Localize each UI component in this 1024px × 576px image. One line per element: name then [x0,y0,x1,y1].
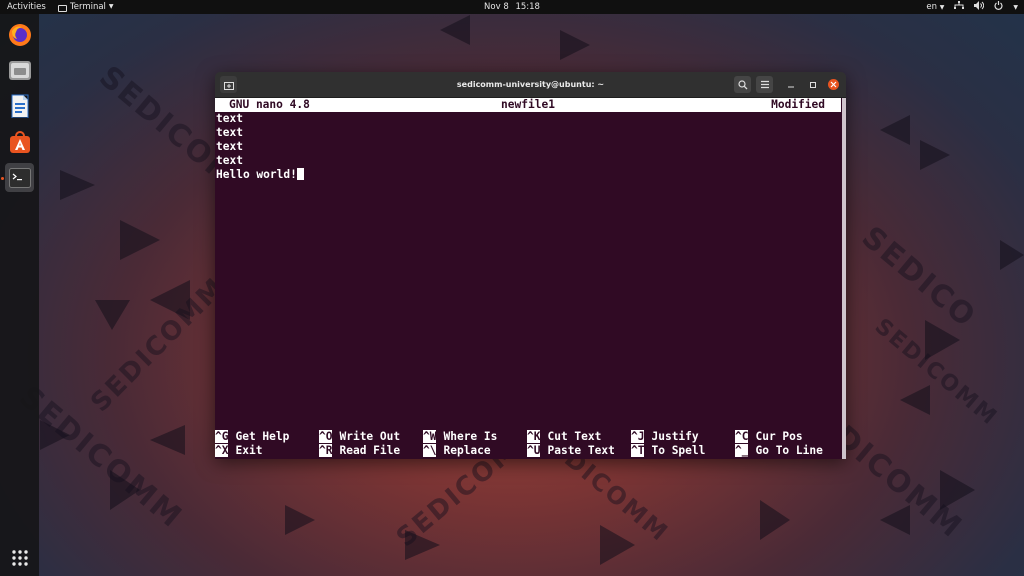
network-icon [954,0,965,15]
top-bar: Activities Terminal ▼ Nov 8 15:18 en ▼ ▼ [0,0,1024,14]
shortcut-label: Cur Pos [755,430,803,443]
shortcut-key: ^C [735,430,749,443]
shortcut-exit: ^X Exit [215,444,262,458]
search-button[interactable] [734,76,751,93]
close-icon [830,81,837,88]
shortcut-key: ^\ [423,444,437,457]
window-titlebar[interactable]: sedicomm-university@ubuntu: ~ [215,72,846,98]
menu-button[interactable] [756,76,773,93]
dock-item-writer[interactable] [5,91,34,120]
shortcut-label: Read File [339,444,401,457]
clock-time: 15:18 [515,2,540,12]
editor-line: text [216,126,243,139]
shortcut-key: ^R [319,444,333,457]
shortcut-paste-text: ^U Paste Text [527,444,615,458]
shortcut-justify: ^J Justify [631,430,699,444]
shortcut-key: ^W [423,430,437,443]
shortcut-key: ^O [319,430,333,443]
terminal-area[interactable]: GNU nano 4.8 newfile1 Modified text text… [215,98,846,459]
firefox-icon [8,23,31,46]
shortcut-get-help: ^G Get Help [215,430,289,444]
shortcut-label: Write Out [339,430,401,443]
files-icon [8,60,31,80]
nano-filename: newfile1 [501,98,555,111]
shortcut-go-to-line: ^_ Go To Line [735,444,823,458]
search-icon [737,79,747,89]
shortcut-label: Go To Line [755,444,823,457]
shortcut-key: ^_ [735,444,749,457]
editor-line-current: Hello world! [216,168,304,182]
shortcut-key: ^J [631,430,645,443]
shortcut-cut-text: ^K Cut Text [527,430,601,444]
shortcut-label: Cut Text [547,430,602,443]
nano-header: GNU nano 4.8 newfile1 Modified [215,98,841,112]
shortcut-replace: ^\ Replace [423,444,491,458]
power-icon [994,0,1003,15]
shortcut-label: Justify [651,430,699,443]
terminal-icon [8,167,31,188]
window-title: sedicomm-university@ubuntu: ~ [456,80,605,89]
dock-item-software[interactable] [5,127,34,156]
show-apps-icon [11,549,28,566]
editor-line-text: Hello world! [216,168,297,181]
active-indicator [1,177,4,180]
editor-line: text [216,140,243,153]
software-icon [9,130,30,153]
language-indicator[interactable]: en ▼ [926,0,944,15]
shortcut-key: ^X [215,444,229,457]
hamburger-icon [760,80,769,89]
terminal-scrollbar[interactable] [842,98,846,459]
terminal-window: sedicomm-university@ubuntu: ~ GNU nano 4… [215,72,846,459]
shortcut-label: Replace [443,444,491,457]
chevron-down-icon: ▼ [939,4,945,11]
writer-icon [11,94,28,118]
dock-item-show-apps[interactable] [5,543,34,572]
shortcut-label: Where Is [443,430,498,443]
shortcut-read-file: ^R Read File [319,444,400,458]
dock-item-terminal[interactable] [5,163,34,192]
dock [0,14,39,576]
editor-line: text [216,154,243,167]
shortcut-to-spell: ^T To Spell [631,444,705,458]
close-button[interactable] [828,79,839,90]
shortcut-label: Get Help [235,430,290,443]
clock-date: Nov 8 [484,2,509,12]
dock-item-files[interactable] [5,55,34,84]
language-label: en [926,2,938,12]
shortcut-write-out: ^O Write Out [319,430,400,444]
volume-icon [974,0,985,15]
maximize-icon [809,81,816,88]
editor-line: text [216,112,243,125]
shortcut-key: ^K [527,430,541,443]
text-cursor [296,168,304,180]
shortcut-label: Exit [235,444,263,457]
clock[interactable]: Nov 8 15:18 [0,0,1024,14]
shortcut-key: ^G [215,430,229,443]
shortcut-key: ^T [631,444,645,457]
dock-item-firefox[interactable] [5,20,34,49]
shortcut-cur-pos: ^C Cur Pos [735,430,803,444]
shortcut-where-is: ^W Where Is [423,430,497,444]
nano-status: Modified [771,98,825,111]
maximize-button[interactable] [807,79,818,90]
minimize-button[interactable] [785,79,796,90]
scrollbar-thumb[interactable] [842,98,846,459]
editor-buffer[interactable]: text text text text Hello world! [216,112,304,182]
minimize-icon [787,85,794,88]
shortcut-label: To Spell [651,444,706,457]
chevron-down-icon: ▼ [1013,3,1018,11]
shortcut-key: ^U [527,444,541,457]
system-tray[interactable]: en ▼ ▼ [926,0,1018,15]
shortcut-label: Paste Text [547,444,615,457]
